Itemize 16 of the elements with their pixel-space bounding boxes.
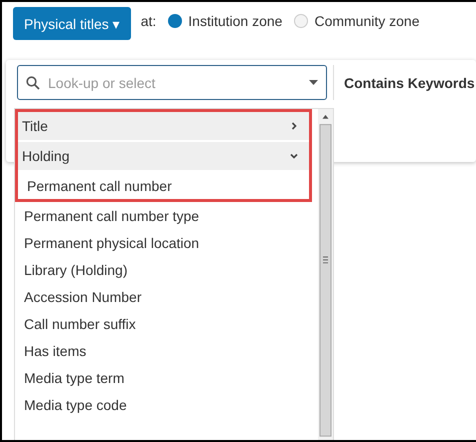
zone-label: at:	[140, 13, 156, 29]
column-header: Contains Keywords	[333, 65, 475, 100]
chevron-down-icon	[289, 151, 299, 161]
radio-label: Institution zone	[188, 13, 282, 29]
search-input[interactable]: Look-up or select	[46, 74, 303, 92]
chevron-right-icon	[289, 121, 299, 131]
search-field[interactable]: Look-up or select	[17, 65, 327, 100]
category-row[interactable]: Title	[18, 112, 309, 140]
scrollbar[interactable]	[318, 109, 333, 440]
radio-button[interactable]	[168, 14, 182, 28]
caret-icon	[309, 80, 318, 85]
record-type-button[interactable]: Physical titles ▾	[13, 7, 131, 40]
category-row[interactable]: Holding	[18, 142, 309, 170]
radio-button[interactable]	[294, 14, 308, 28]
radio-label: Community zone	[314, 13, 420, 29]
search-icon	[26, 76, 40, 90]
